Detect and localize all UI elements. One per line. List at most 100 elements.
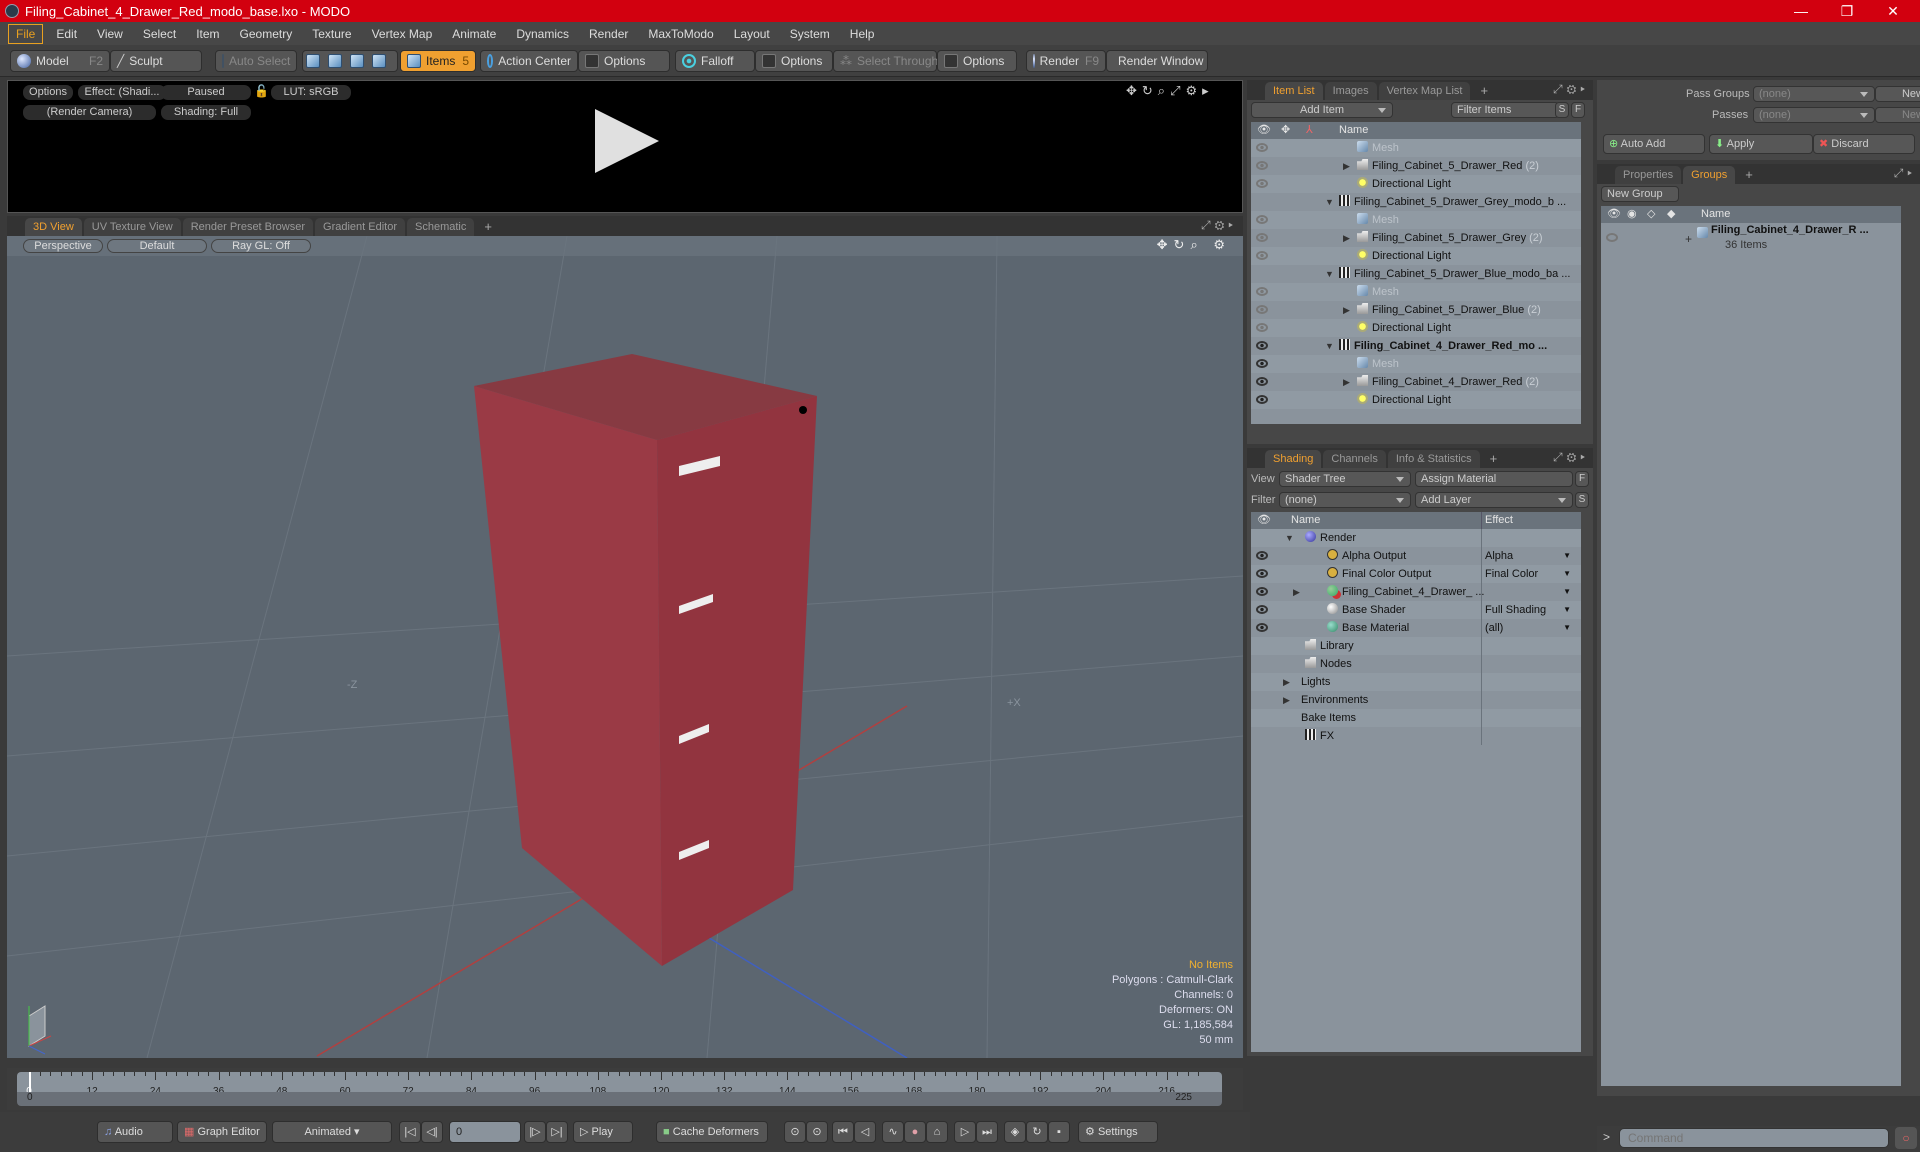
item-row[interactable]: ▶ Filing_Cabinet_5_Drawer_Red (2) xyxy=(1251,157,1581,175)
command-history-icon[interactable]: ○ xyxy=(1895,1127,1917,1149)
visibility-toggle-icon[interactable] xyxy=(1256,341,1268,350)
auto-select-button[interactable]: Auto Select xyxy=(215,50,297,72)
pass-groups-dropdown[interactable]: (none) xyxy=(1753,86,1875,102)
name-column-header[interactable]: Name xyxy=(1291,512,1320,529)
visibility-toggle-icon[interactable] xyxy=(1256,143,1268,152)
visibility-toggle-icon[interactable] xyxy=(1256,305,1268,314)
key-loop-button[interactable]: ↻ xyxy=(1026,1121,1048,1143)
expand-icon[interactable]: ▶ xyxy=(1343,229,1350,247)
key-channels-button[interactable]: ⌂ xyxy=(926,1121,948,1143)
shader-view-dropdown[interactable]: Shader Tree xyxy=(1279,471,1411,487)
preview-options-button[interactable]: Options xyxy=(23,85,73,100)
menu-select[interactable]: Select xyxy=(136,25,183,43)
item-list-panel-controls[interactable]: ⤢⚙▸ xyxy=(1553,82,1589,97)
tab-gradient-editor[interactable]: Gradient Editor xyxy=(315,218,405,236)
settings-button[interactable]: ⚙ Settings xyxy=(1078,1121,1158,1143)
expand-icon[interactable]: ▶ xyxy=(1283,691,1290,709)
item-row[interactable]: ▶ Filing_Cabinet_5_Drawer_Grey (2) xyxy=(1251,229,1581,247)
expand-icon[interactable]: ▶ xyxy=(1343,157,1350,175)
tab-vertex-map-list[interactable]: Vertex Map List xyxy=(1378,82,1471,100)
select-column-icon[interactable]: ◆ xyxy=(1667,206,1675,223)
command-input[interactable] xyxy=(1619,1128,1889,1148)
tab-schematic[interactable]: Schematic xyxy=(407,218,475,236)
effect-dropdown[interactable]: Alpha ▼ xyxy=(1485,547,1575,565)
visibility-toggle-icon[interactable] xyxy=(1256,569,1268,578)
tab-info-statistics[interactable]: Info & Statistics xyxy=(1387,450,1480,468)
preview-lut-dropdown[interactable]: LUT: sRGB xyxy=(271,85,351,100)
cache-deformers-button[interactable]: ■ Cache Deformers xyxy=(656,1121,768,1143)
falloff-options-button[interactable]: Options xyxy=(755,50,833,72)
vertices-mode-icon[interactable] xyxy=(306,54,320,68)
restore-button[interactable]: ❐ xyxy=(1824,0,1870,22)
play-render-icon[interactable] xyxy=(595,109,659,173)
current-frame-field[interactable]: 0 xyxy=(449,1121,521,1143)
render-button[interactable]: Render F9 xyxy=(1026,50,1106,72)
visibility-toggle-icon[interactable] xyxy=(1256,323,1268,332)
add-tab-button[interactable]: + xyxy=(1482,450,1506,468)
menu-layout[interactable]: Layout xyxy=(727,25,777,43)
lock-column-icon[interactable]: ◇ xyxy=(1647,206,1655,223)
expand-icon[interactable]: + xyxy=(1685,232,1692,246)
item-row[interactable]: Directional Light xyxy=(1251,247,1581,265)
expand-icon[interactable]: ▶ xyxy=(1283,673,1290,691)
group-row[interactable]: + Filing_Cabinet_4_Drawer_R ... 36 Items xyxy=(1601,223,1901,257)
menu-maxtomodo[interactable]: MaxToModo xyxy=(641,25,720,43)
f-button[interactable]: F xyxy=(1571,102,1585,118)
falloff-button[interactable]: Falloff xyxy=(675,50,755,72)
visibility-toggle-icon[interactable] xyxy=(1256,605,1268,614)
collapse-icon[interactable]: ▼ xyxy=(1285,529,1294,547)
expand-icon[interactable]: ▶ xyxy=(1293,583,1300,601)
item-row[interactable]: ▶ Filing_Cabinet_5_Drawer_Blue (2) xyxy=(1251,301,1581,319)
tab-shading[interactable]: Shading xyxy=(1265,450,1322,468)
tab-item-list[interactable]: Item List xyxy=(1265,82,1323,100)
menu-edit[interactable]: Edit xyxy=(49,25,84,43)
close-button[interactable]: ✕ xyxy=(1870,0,1916,22)
preview-effect-dropdown[interactable]: Effect: (Shadi... xyxy=(78,85,166,100)
item-row[interactable]: ▼ Filing_Cabinet_5_Drawer_Grey_modo_b ... xyxy=(1251,193,1581,211)
visibility-toggle-icon[interactable] xyxy=(1256,395,1268,404)
key-item-button[interactable]: ◈ xyxy=(1004,1121,1026,1143)
next-key-step-button[interactable]: ▷ xyxy=(954,1121,976,1143)
collapse-icon[interactable]: ▼ xyxy=(1325,265,1334,283)
tab-render-preset-browser[interactable]: Render Preset Browser xyxy=(182,218,314,236)
passes-dropdown[interactable]: (none) xyxy=(1753,107,1875,123)
name-column-header[interactable]: Name xyxy=(1339,122,1368,139)
shader-row[interactable]: ▶ Lights xyxy=(1251,673,1581,691)
key-down-button[interactable]: ⊙ xyxy=(806,1121,828,1143)
visibility-column-icon[interactable]: 👁 xyxy=(1607,206,1621,223)
key-up-button[interactable]: ⊙ xyxy=(784,1121,806,1143)
action-center-button[interactable]: Action Center xyxy=(480,50,578,72)
visibility-toggle-icon[interactable] xyxy=(1256,587,1268,596)
preview-camera-dropdown[interactable]: (Render Camera) xyxy=(23,105,156,120)
add-tab-button[interactable]: + xyxy=(1737,166,1761,184)
step-forward-button[interactable]: |▷ xyxy=(524,1121,546,1143)
next-key-button[interactable]: ⏭ xyxy=(976,1121,998,1143)
shader-row[interactable]: Final Color Output Final Color ▼ xyxy=(1251,565,1581,583)
item-row[interactable]: Directional Light xyxy=(1251,175,1581,193)
key-select-button[interactable]: ▪ xyxy=(1048,1121,1070,1143)
animated-dropdown[interactable]: Animated ▾ xyxy=(272,1121,392,1143)
discard-button[interactable]: ✖ Discard xyxy=(1813,134,1915,154)
items-mode-button[interactable]: Items 5 xyxy=(400,50,476,72)
visibility-column-icon[interactable]: 👁 xyxy=(1257,122,1271,139)
preview-nav-icons[interactable]: ✥↻⌕⤢⚙▸ xyxy=(1126,83,1214,99)
minimize-button[interactable]: — xyxy=(1778,0,1824,22)
viewport-panel-controls[interactable]: ⤢⚙▸ xyxy=(1201,218,1237,233)
step-back-button[interactable]: ◁| xyxy=(421,1121,443,1143)
action-center-options-button[interactable]: Options xyxy=(578,50,670,72)
name-column-header[interactable]: Name xyxy=(1701,206,1730,223)
shader-filter-dropdown[interactable]: (none) xyxy=(1279,492,1411,508)
record-key-button[interactable]: ● xyxy=(904,1121,926,1143)
effect-dropdown[interactable]: Final Color ▼ xyxy=(1485,565,1575,583)
polygons-mode-icon[interactable] xyxy=(350,54,364,68)
add-tab-button[interactable]: + xyxy=(476,218,500,236)
timeline-range[interactable]: 0 225 xyxy=(17,1092,1222,1106)
groups-panel-controls[interactable]: ⤢▸ xyxy=(1894,166,1916,181)
visibility-toggle-icon[interactable] xyxy=(1256,359,1268,368)
assign-material-button[interactable]: Assign Material xyxy=(1415,471,1573,487)
tab-groups[interactable]: Groups xyxy=(1683,166,1736,184)
effect-column-header[interactable]: Effect xyxy=(1481,512,1513,529)
add-item-dropdown[interactable]: Add Item xyxy=(1251,102,1393,118)
collapse-icon[interactable]: ▼ xyxy=(1325,193,1334,211)
add-tab-button[interactable]: + xyxy=(1472,82,1496,100)
